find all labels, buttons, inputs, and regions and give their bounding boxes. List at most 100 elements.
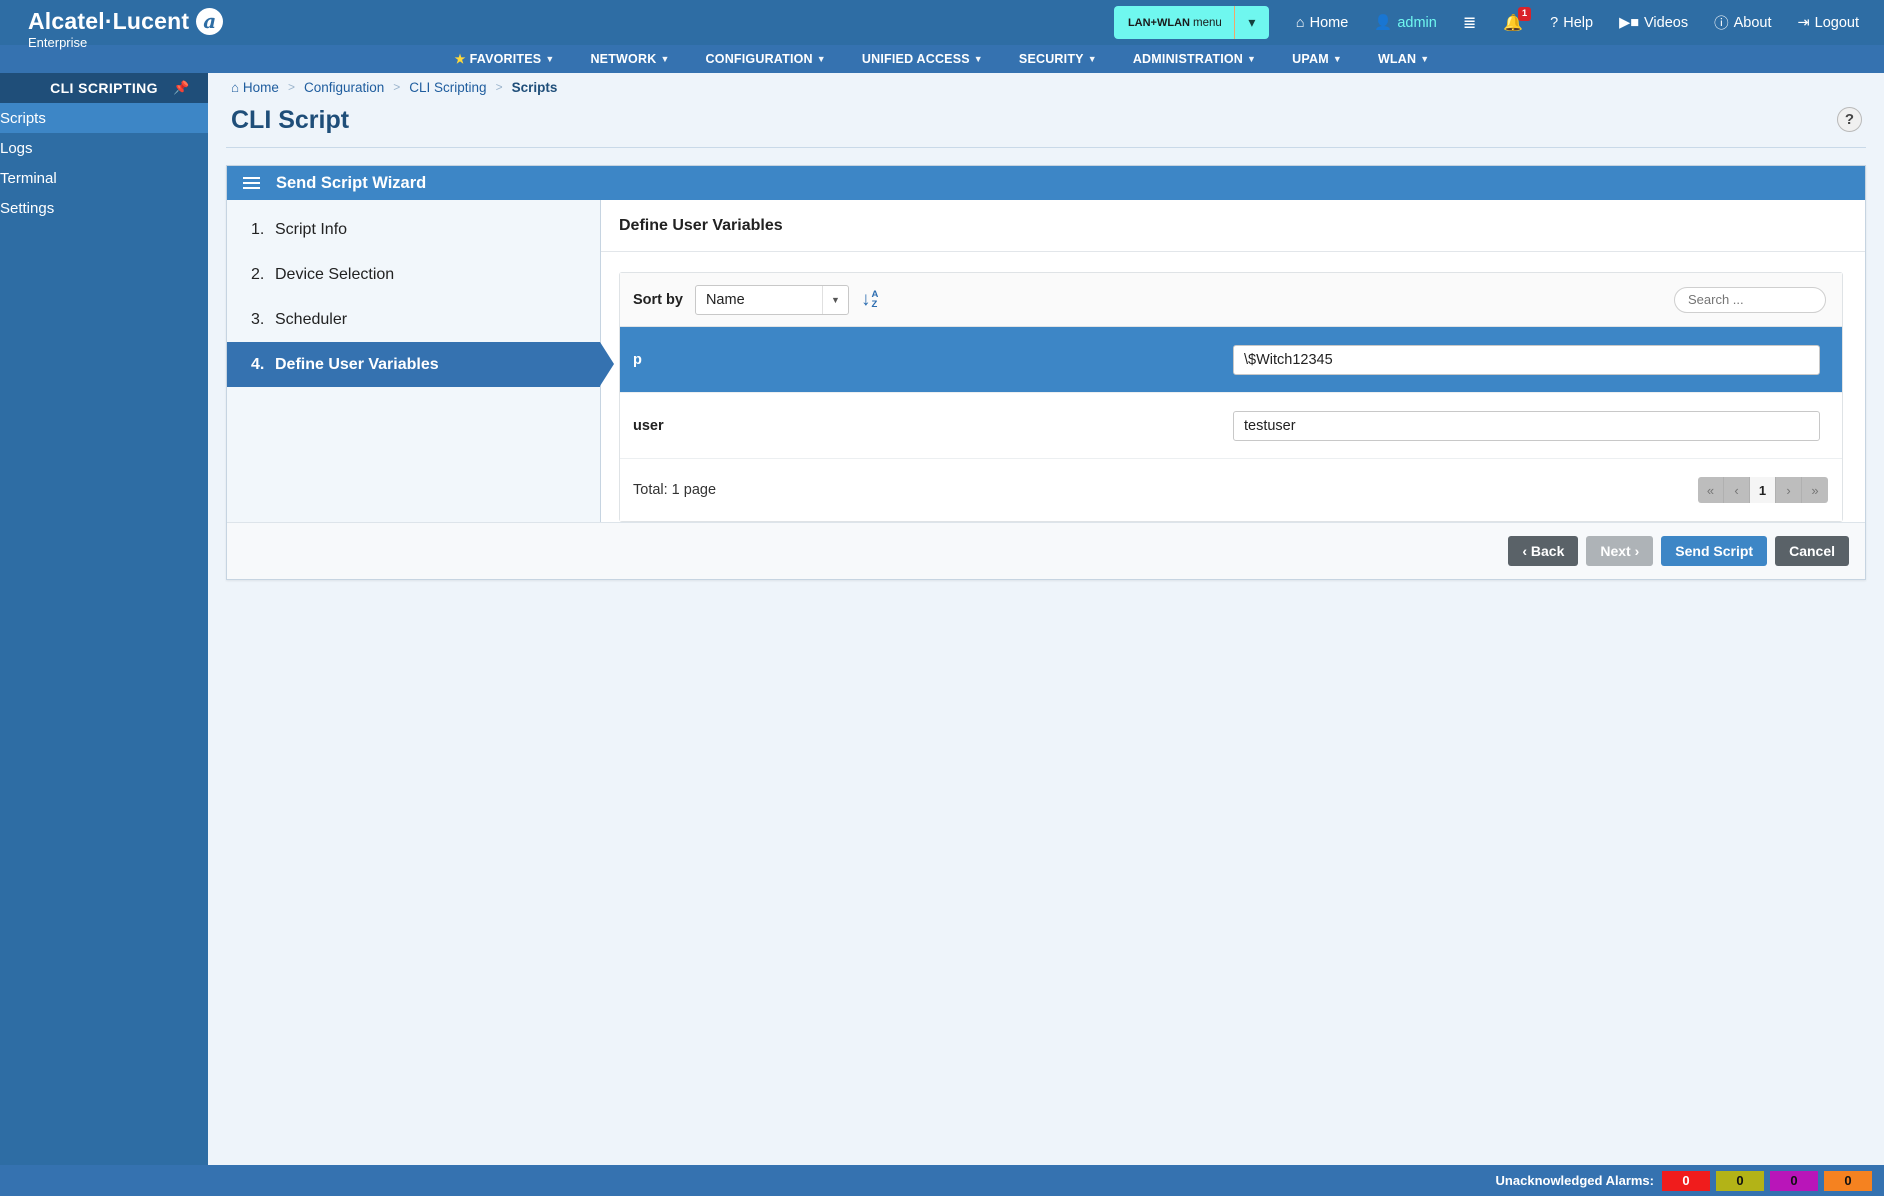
cancel-button[interactable]: Cancel	[1775, 536, 1849, 566]
sort-arrow-down-icon: ↓	[861, 290, 871, 309]
sidebar-item-logs[interactable]: Logs	[0, 133, 208, 163]
alarm-count-warning[interactable]: 0	[1824, 1171, 1872, 1191]
chevron-down-icon[interactable]: ▾	[1235, 6, 1269, 39]
nav-help[interactable]: ? Help	[1537, 0, 1606, 45]
wizard-step-2-number: 2.	[251, 266, 275, 284]
breadcrumb-configuration[interactable]: Configuration	[304, 80, 384, 95]
context-selector[interactable]: LAN+WLAN menu ▾	[1114, 6, 1269, 39]
content-inner: ⌂ Home > Configuration > CLI Scripting >…	[208, 73, 1884, 1165]
sidebar: CLI SCRIPTING 📌 Scripts Logs Terminal Se…	[0, 73, 208, 1165]
pagination-last[interactable]: »	[1802, 477, 1828, 503]
pagination-next[interactable]: ›	[1776, 477, 1802, 503]
table-row[interactable]: user	[620, 393, 1842, 459]
star-icon: ★	[455, 52, 466, 66]
alarm-count-critical[interactable]: 0	[1662, 1171, 1710, 1191]
sort-az-icon[interactable]: ↓ A Z	[861, 290, 878, 310]
list-icon: ≣	[1463, 13, 1476, 33]
sidebar-item-terminal-label: Terminal	[0, 170, 57, 187]
wizard-footer: ‹ Back Next › Send Script Cancel	[227, 522, 1865, 579]
breadcrumb-separator: >	[496, 80, 503, 94]
pin-icon[interactable]: 📌	[173, 80, 190, 96]
menu-favorites-label: FAVORITES	[470, 52, 542, 66]
chevron-down-icon: ▼	[817, 54, 826, 64]
wizard-step-3-number: 3.	[251, 311, 275, 329]
breadcrumb-cli-scripting[interactable]: CLI Scripting	[409, 80, 486, 95]
chevron-down-icon: ▼	[660, 54, 669, 64]
table-footer: Total: 1 page « ‹ 1 › »	[620, 459, 1842, 521]
nav-notifications[interactable]: 🔔 1	[1489, 0, 1537, 45]
menu-wlan[interactable]: WLAN ▼	[1360, 45, 1447, 73]
menu-security-label: SECURITY	[1019, 52, 1084, 66]
wizard-step-2-label: Device Selection	[275, 266, 394, 284]
nav-videos[interactable]: ▶■ Videos	[1606, 0, 1701, 45]
wizard-step-1-label: Script Info	[275, 221, 347, 239]
chevron-down-icon: ▼	[822, 286, 848, 314]
menu-unified-access-label: UNIFIED ACCESS	[862, 52, 970, 66]
sort-by-label: Sort by	[633, 292, 683, 308]
menu-favorites[interactable]: ★ FAVORITES ▼	[437, 45, 573, 73]
nav-list[interactable]: ≣	[1450, 0, 1489, 45]
variable-value-input-p[interactable]	[1233, 345, 1820, 375]
pagination-prev[interactable]: ‹	[1724, 477, 1750, 503]
context-selector-label: LAN+WLAN menu	[1114, 17, 1234, 29]
menu-configuration[interactable]: CONFIGURATION ▼	[688, 45, 844, 73]
nav-admin-label: admin	[1397, 15, 1437, 31]
nav-admin[interactable]: 👤 admin	[1361, 0, 1450, 45]
wizard-step-script-info[interactable]: 1. Script Info	[227, 207, 600, 252]
menu-security[interactable]: SECURITY ▼	[1001, 45, 1115, 73]
sidebar-item-scripts-label: Scripts	[0, 110, 46, 127]
wizard-step-define-user-variables[interactable]: 4. Define User Variables	[227, 342, 600, 387]
alarm-count-minor[interactable]: 0	[1770, 1171, 1818, 1191]
app-root: Alcatel·Lucent a Enterprise LAN+WLAN men…	[0, 0, 1884, 1196]
chevron-down-icon: ▼	[1247, 54, 1256, 64]
menu-wlan-label: WLAN	[1378, 52, 1416, 66]
sort-by-value: Name	[696, 292, 745, 308]
alarm-bar-label: Unacknowledged Alarms:	[1496, 1173, 1654, 1188]
nav-help-label: Help	[1563, 15, 1593, 31]
nav-about[interactable]: ⓘ About	[1701, 0, 1784, 45]
menu-upam[interactable]: UPAM ▼	[1274, 45, 1360, 73]
home-icon: ⌂	[1296, 15, 1305, 31]
breadcrumb-separator: >	[393, 80, 400, 94]
back-button[interactable]: ‹ Back	[1508, 536, 1578, 566]
pagination-first[interactable]: «	[1698, 477, 1724, 503]
variable-value-input-user[interactable]	[1233, 411, 1820, 441]
menu-unified-access[interactable]: UNIFIED ACCESS ▼	[844, 45, 1001, 73]
top-nav-right: LAN+WLAN menu ▾ ⌂ Home 👤 admin ≣ 🔔 1	[1114, 0, 1872, 45]
table-row[interactable]: p	[620, 327, 1842, 393]
pagination-page-1[interactable]: 1	[1750, 477, 1776, 503]
chevron-down-icon: ▼	[1088, 54, 1097, 64]
sort-by-select[interactable]: Name ▼	[695, 285, 849, 315]
nav-home-label: Home	[1310, 15, 1349, 31]
wizard-step-4-label: Define User Variables	[275, 356, 439, 374]
wizard-header-title: Send Script Wizard	[276, 174, 426, 193]
wizard-steps: 1. Script Info 2. Device Selection 3. Sc…	[227, 200, 601, 522]
question-circle-icon[interactable]: ?	[1837, 107, 1862, 132]
nav-logout[interactable]: ⇥ Logout	[1784, 0, 1872, 45]
nav-videos-label: Videos	[1644, 15, 1688, 31]
search-input[interactable]	[1674, 287, 1826, 313]
brand-name-row: Alcatel·Lucent a	[28, 8, 223, 35]
chevron-down-icon: ▼	[545, 54, 554, 64]
sidebar-item-settings[interactable]: Settings	[0, 193, 208, 223]
nav-home[interactable]: ⌂ Home	[1283, 0, 1361, 45]
nav-about-label: About	[1734, 15, 1772, 31]
menu-network-label: NETWORK	[590, 52, 656, 66]
wizard-step-device-selection[interactable]: 2. Device Selection	[227, 252, 600, 297]
brand-logo-block: Alcatel·Lucent a Enterprise	[28, 8, 223, 50]
top-brand-bar: Alcatel·Lucent a Enterprise LAN+WLAN men…	[0, 0, 1884, 45]
menu-administration-label: ADMINISTRATION	[1133, 52, 1243, 66]
alcatel-logo-icon: a	[196, 8, 223, 35]
content-area: ⌂ Home > Configuration > CLI Scripting >…	[208, 73, 1884, 1165]
menu-administration[interactable]: ADMINISTRATION ▼	[1115, 45, 1274, 73]
alarm-count-major[interactable]: 0	[1716, 1171, 1764, 1191]
user-icon: 👤	[1374, 14, 1392, 31]
sidebar-item-terminal[interactable]: Terminal	[0, 163, 208, 193]
send-script-button[interactable]: Send Script	[1661, 536, 1767, 566]
wizard-step-scheduler[interactable]: 3. Scheduler	[227, 297, 600, 342]
breadcrumb-home[interactable]: ⌂ Home	[231, 80, 279, 95]
chevron-down-icon: ▼	[974, 54, 983, 64]
hamburger-icon[interactable]	[243, 177, 260, 189]
menu-network[interactable]: NETWORK ▼	[572, 45, 687, 73]
sidebar-item-scripts[interactable]: Scripts	[0, 103, 208, 133]
